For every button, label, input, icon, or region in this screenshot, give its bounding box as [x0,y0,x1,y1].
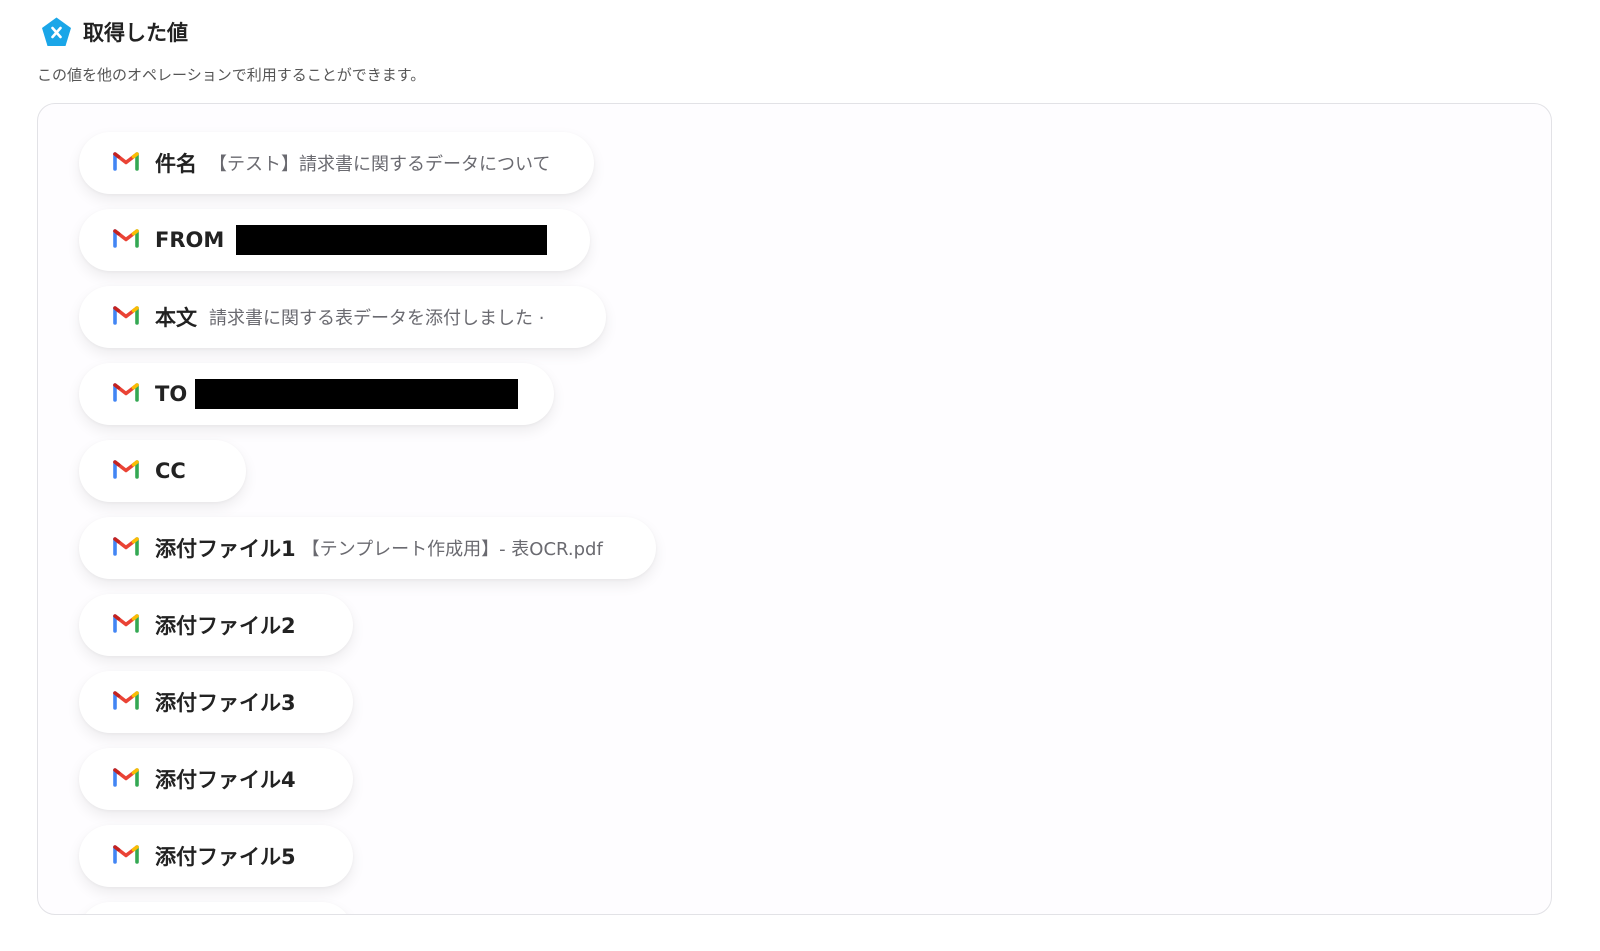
item-label: 添付ファイル1 [155,537,296,561]
output-item-from[interactable]: FROM [79,209,590,271]
output-item-cc[interactable]: CC [79,440,246,502]
item-value: 請求書に関する表データを添付しました · [209,308,545,329]
item-label: CC [155,459,186,483]
page-title: 取得した値 [83,21,188,45]
item-label: 件名 [155,152,197,176]
output-item-to[interactable]: TO [79,363,554,425]
gmail-icon [113,459,155,483]
item-label: 添付ファイル3 [155,691,296,715]
item-label: 本文 [155,306,197,330]
gmail-icon [113,536,155,560]
gmail-icon [113,151,155,175]
item-label: 添付ファイル4 [155,768,296,792]
output-values-panel: 件名 【テスト】請求書に関するデータについて FROM 本文 請求書に関する表デ… [37,103,1552,915]
output-item-attachment-2[interactable]: 添付ファイル2 [79,594,353,656]
gmail-icon [113,690,155,714]
item-label: 添付ファイル5 [155,845,296,869]
output-item-partial[interactable] [79,902,353,914]
yoom-logo-icon [40,16,73,49]
output-item-body[interactable]: 本文 請求書に関する表データを添付しました · [79,286,606,348]
output-item-attachment-3[interactable]: 添付ファイル3 [79,671,353,733]
gmail-icon [113,382,155,406]
output-item-attachment-1[interactable]: 添付ファイル1 【テンプレート作成用】- 表OCR.pdf [79,517,656,579]
item-value: 【テスト】請求書に関するデータについて [209,154,551,175]
redacted-value [195,379,518,409]
page-description: この値を他のオペレーションで利用することができます。 [37,66,426,84]
gmail-icon [113,844,155,868]
gmail-icon [113,613,155,637]
gmail-icon [113,305,155,329]
gmail-icon [113,767,155,791]
output-item-attachment-5[interactable]: 添付ファイル5 [79,825,353,887]
output-item-subject[interactable]: 件名 【テスト】請求書に関するデータについて [79,132,594,194]
header: 取得した値 [40,14,188,50]
redacted-value [236,225,548,255]
item-label: TO [155,382,188,406]
item-label: 添付ファイル2 [155,614,296,638]
output-item-attachment-4[interactable]: 添付ファイル4 [79,748,353,810]
gmail-icon [113,228,155,252]
item-label: FROM [155,228,225,252]
item-value: 【テンプレート作成用】- 表OCR.pdf [301,539,603,560]
